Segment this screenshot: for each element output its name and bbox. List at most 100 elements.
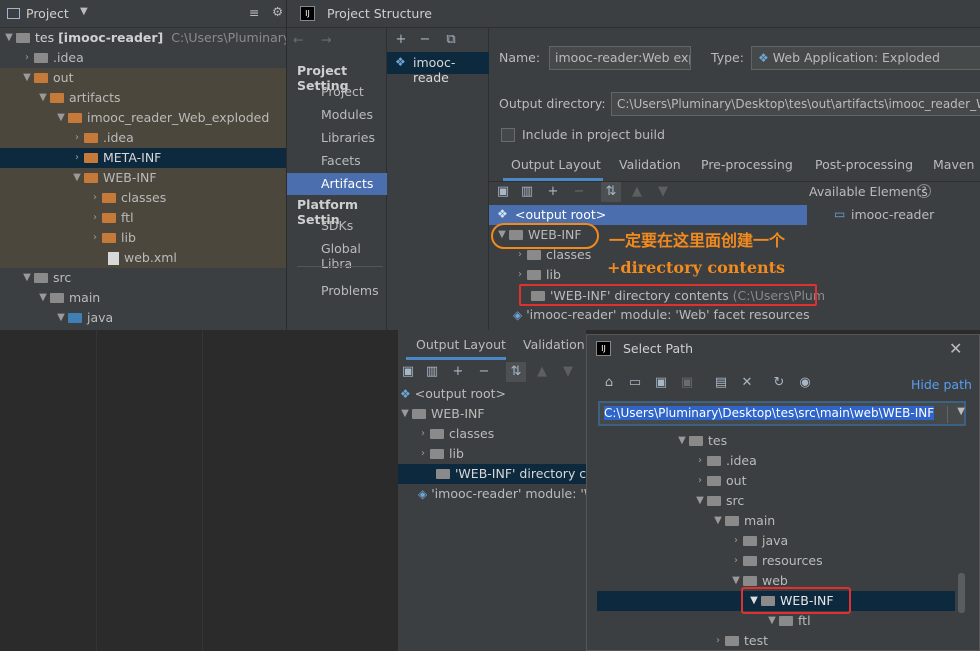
back-arrow-icon[interactable]: ← <box>293 32 303 47</box>
nav-item-sdks[interactable]: SDKs <box>321 218 353 233</box>
tree-item[interactable]: ▼ ftl <box>765 611 810 631</box>
chevron-down-icon[interactable]: ▼ <box>675 431 689 451</box>
path-field[interactable]: C:\Users\Pluminary\Desktop\tes\src\main\… <box>598 401 966 426</box>
tab-post-processing[interactable]: Post-processing <box>815 152 913 178</box>
tree-item[interactable]: › resources <box>729 551 823 571</box>
show-hidden-icon[interactable]: ◉ <box>795 373 815 393</box>
remove-icon[interactable]: − <box>569 182 589 202</box>
chevron-right-icon[interactable]: › <box>88 188 102 208</box>
archive-icon[interactable]: ▥ <box>422 362 442 382</box>
tab-validation[interactable]: Validation <box>619 152 681 178</box>
hide-path-link[interactable]: Hide path <box>911 377 972 392</box>
chevron-down-icon[interactable]: ▼ <box>398 404 412 424</box>
chevron-right-icon[interactable]: › <box>88 228 102 248</box>
output-dir-field[interactable]: C:\Users\Pluminary\Desktop\tes\out\artif… <box>611 92 980 116</box>
tree-item[interactable]: ▼ src <box>20 268 71 288</box>
move-down-icon[interactable]: ▼ <box>653 182 673 202</box>
chevron-right-icon[interactable]: › <box>88 208 102 228</box>
copy-icon[interactable]: ⧉ <box>441 30 461 50</box>
chevron-down-icon[interactable]: ▼ <box>54 308 68 328</box>
scrollbar[interactable] <box>958 573 965 613</box>
close-icon[interactable]: ✕ <box>949 339 962 358</box>
chevron-right-icon[interactable]: › <box>729 551 743 571</box>
remove-icon[interactable]: − <box>474 362 494 382</box>
tree-item[interactable]: ▼ main <box>36 288 100 308</box>
chevron-down-icon[interactable]: ▼ <box>711 511 725 531</box>
chevron-down-icon[interactable]: ▼ <box>80 6 88 17</box>
type-select[interactable]: ❖ Web Application: Exploded <box>751 46 980 70</box>
new-folder-icon[interactable]: ▣ <box>493 182 513 202</box>
help-icon[interactable]: ? <box>917 184 931 198</box>
chevron-down-icon[interactable]: ▼ <box>2 28 16 48</box>
nav-item-modules[interactable]: Modules <box>321 107 373 122</box>
add-copy-icon[interactable]: + <box>448 362 468 382</box>
layout-webinf-row[interactable]: ▼ WEB-INF <box>398 404 484 424</box>
tree-item[interactable]: ▼ java <box>54 308 113 328</box>
tree-item[interactable]: › test <box>711 631 768 649</box>
tree-item[interactable]: › ftl <box>88 208 134 228</box>
settings-icon[interactable]: ⚙ <box>272 4 283 19</box>
chevron-down-icon[interactable]: ▼ <box>70 168 84 188</box>
tree-item[interactable]: ▼ imooc_reader_Web_exploded <box>54 108 269 128</box>
include-label[interactable]: Include in project build <box>522 127 665 142</box>
forward-arrow-icon[interactable]: → <box>321 32 331 47</box>
layout-classes-row[interactable]: › classes <box>513 245 591 265</box>
tree-item[interactable]: ▼ main <box>711 511 775 531</box>
move-down-icon[interactable]: ▼ <box>558 362 578 382</box>
chevron-right-icon[interactable]: › <box>693 471 707 491</box>
chevron-down-icon[interactable]: ▼ <box>20 268 34 288</box>
collapse-all-icon[interactable]: ≡ <box>249 5 259 20</box>
tab-pre-processing[interactable]: Pre-processing <box>701 152 793 178</box>
sort-icon[interactable]: ⇅ <box>601 182 621 202</box>
layout-facet-row[interactable]: ◈'imooc-reader' module: 'Web' facet reso… <box>513 305 810 325</box>
tab-maven[interactable]: Maven <box>933 152 974 178</box>
project-panel-title[interactable]: Project <box>26 6 69 21</box>
move-up-icon[interactable]: ▲ <box>532 362 552 382</box>
tree-item[interactable]: ▼ WEB-INF <box>70 168 156 188</box>
layout-classes-row[interactable]: › classes <box>416 424 494 444</box>
remove-icon[interactable]: − <box>415 30 435 50</box>
tree-item[interactable]: › java <box>729 531 788 551</box>
tree-item[interactable]: › classes <box>88 188 166 208</box>
artifact-item[interactable]: imooc-reade <box>413 55 488 85</box>
home-icon[interactable]: ⌂ <box>599 373 619 393</box>
tree-item[interactable]: › .idea <box>693 451 757 471</box>
name-field[interactable]: imooc-reader:Web exp <box>549 46 691 70</box>
sort-icon[interactable]: ⇅ <box>506 362 526 382</box>
chevron-down-icon[interactable]: ▼ <box>36 288 50 308</box>
tree-item[interactable]: › lib <box>88 228 136 248</box>
tree-item[interactable]: ▼ out <box>20 68 73 88</box>
chevron-right-icon[interactable]: › <box>729 531 743 551</box>
nav-item-artifacts[interactable]: Artifacts <box>321 176 373 191</box>
tree-item[interactable]: › .idea <box>20 48 84 68</box>
layout-facet-row[interactable]: ◈'imooc-reader' module: 'W <box>418 484 596 504</box>
tab-output-layout[interactable]: Output Layout <box>511 152 601 178</box>
tree-item[interactable]: › out <box>693 471 746 491</box>
project-folder-icon[interactable]: ▣ <box>651 373 671 393</box>
chevron-right-icon[interactable]: › <box>513 265 527 285</box>
chevron-right-icon[interactable]: › <box>70 148 84 168</box>
tree-item[interactable]: ▼ tes <box>675 431 727 451</box>
tree-item[interactable]: › META-INF <box>70 148 161 168</box>
add-copy-icon[interactable]: + <box>543 182 563 202</box>
chevron-down-icon[interactable]: ▼ <box>36 88 50 108</box>
tree-item[interactable]: › .idea <box>70 128 134 148</box>
chevron-right-icon[interactable]: › <box>513 245 527 265</box>
chevron-down-icon[interactable]: ▼ <box>20 68 34 88</box>
chevron-down-icon[interactable]: ▼ <box>54 108 68 128</box>
refresh-icon[interactable]: ↻ <box>769 373 789 393</box>
tree-item[interactable]: web.xml <box>108 248 177 268</box>
desktop-icon[interactable]: ▭ <box>625 373 645 393</box>
new-folder-icon[interactable]: ▤ <box>711 373 731 393</box>
chevron-right-icon[interactable]: › <box>20 48 34 68</box>
dropdown-chevron-icon[interactable]: ▼ <box>947 406 965 423</box>
nav-item-problems[interactable]: Problems <box>321 283 379 298</box>
new-folder-icon[interactable]: ▣ <box>398 362 418 382</box>
chevron-right-icon[interactable]: › <box>416 424 430 444</box>
tree-item[interactable]: ▼ src <box>693 491 744 511</box>
layout-lib-row[interactable]: › lib <box>416 444 464 464</box>
nav-item-project[interactable]: Project <box>321 84 364 99</box>
tree-item[interactable]: ▼ artifacts <box>36 88 120 108</box>
layout-lib-row[interactable]: › lib <box>513 265 561 285</box>
module-folder-icon[interactable]: ▣ <box>677 373 697 393</box>
